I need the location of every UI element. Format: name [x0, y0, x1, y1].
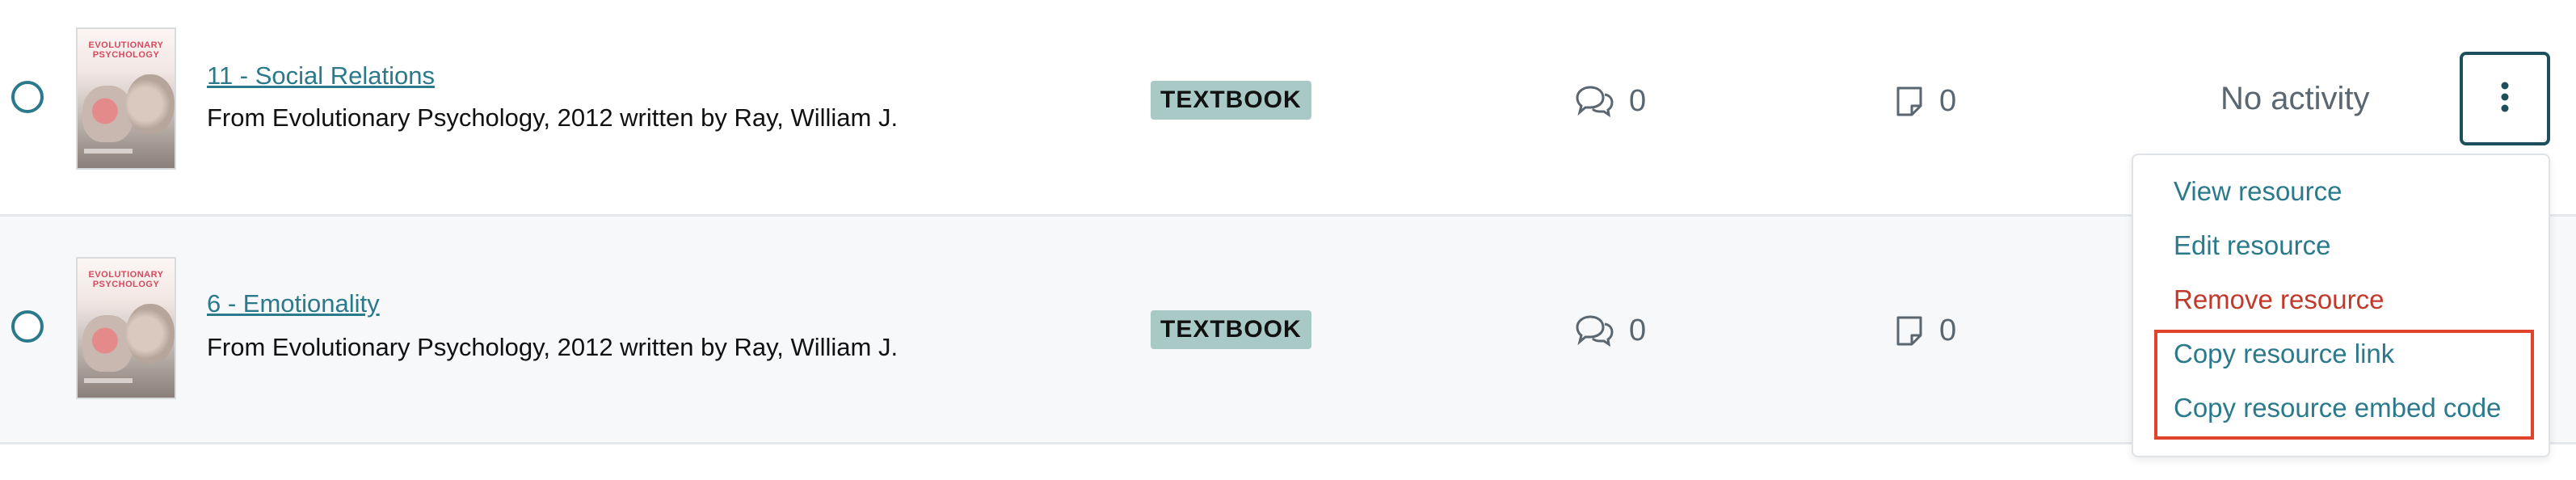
resource-source: From Evolutionary Psychology, 2012 writt… [207, 333, 899, 361]
notes-stat[interactable]: 0 [1894, 81, 1956, 121]
comments-stat[interactable]: 0 [1574, 81, 1646, 121]
cover-title: EVOLUTIONARY PSYCHOLOGY [88, 40, 164, 60]
select-radio[interactable] [11, 81, 44, 113]
type-badge: TEXTBOOK [1151, 310, 1311, 349]
note-count: 0 [1939, 83, 1957, 118]
actions-dropdown-menu: View resource Edit resource Remove resou… [2132, 154, 2550, 457]
comments-icon [1574, 85, 1614, 117]
copy-embed-code-item[interactable]: Copy resource embed code [2174, 393, 2501, 423]
remove-resource-item[interactable]: Remove resource [2174, 284, 2384, 315]
note-icon [1894, 85, 1925, 117]
book-cover-thumbnail: EVOLUTIONARY PSYCHOLOGY [76, 27, 176, 170]
book-cover-thumbnail: EVOLUTIONARY PSYCHOLOGY [76, 257, 176, 399]
resource-list: EVOLUTIONARY PSYCHOLOGY 11 - Social Rela… [0, 0, 2576, 480]
vertical-ellipsis-icon [2500, 81, 2510, 117]
comments-stat[interactable]: 0 [1574, 310, 1646, 351]
cover-title: EVOLUTIONARY PSYCHOLOGY [88, 270, 164, 289]
resource-source: From Evolutionary Psychology, 2012 writt… [207, 103, 899, 132]
type-badge: TEXTBOOK [1151, 81, 1311, 120]
view-resource-item[interactable]: View resource [2174, 176, 2342, 207]
resource-title-link[interactable]: 6 - Emotionality [207, 289, 380, 318]
notes-stat[interactable]: 0 [1894, 310, 1956, 351]
note-count: 0 [1939, 313, 1957, 347]
more-actions-button[interactable] [2460, 52, 2550, 145]
resource-title-link[interactable]: 11 - Social Relations [207, 61, 435, 91]
copy-resource-link-item[interactable]: Copy resource link [2174, 339, 2394, 369]
edit-resource-item[interactable]: Edit resource [2174, 230, 2330, 261]
select-radio[interactable] [11, 310, 44, 343]
comment-count: 0 [1629, 313, 1647, 347]
note-icon [1894, 314, 1925, 347]
comments-icon [1574, 314, 1614, 347]
comment-count: 0 [1629, 83, 1647, 118]
activity-status: No activity [2220, 81, 2370, 116]
